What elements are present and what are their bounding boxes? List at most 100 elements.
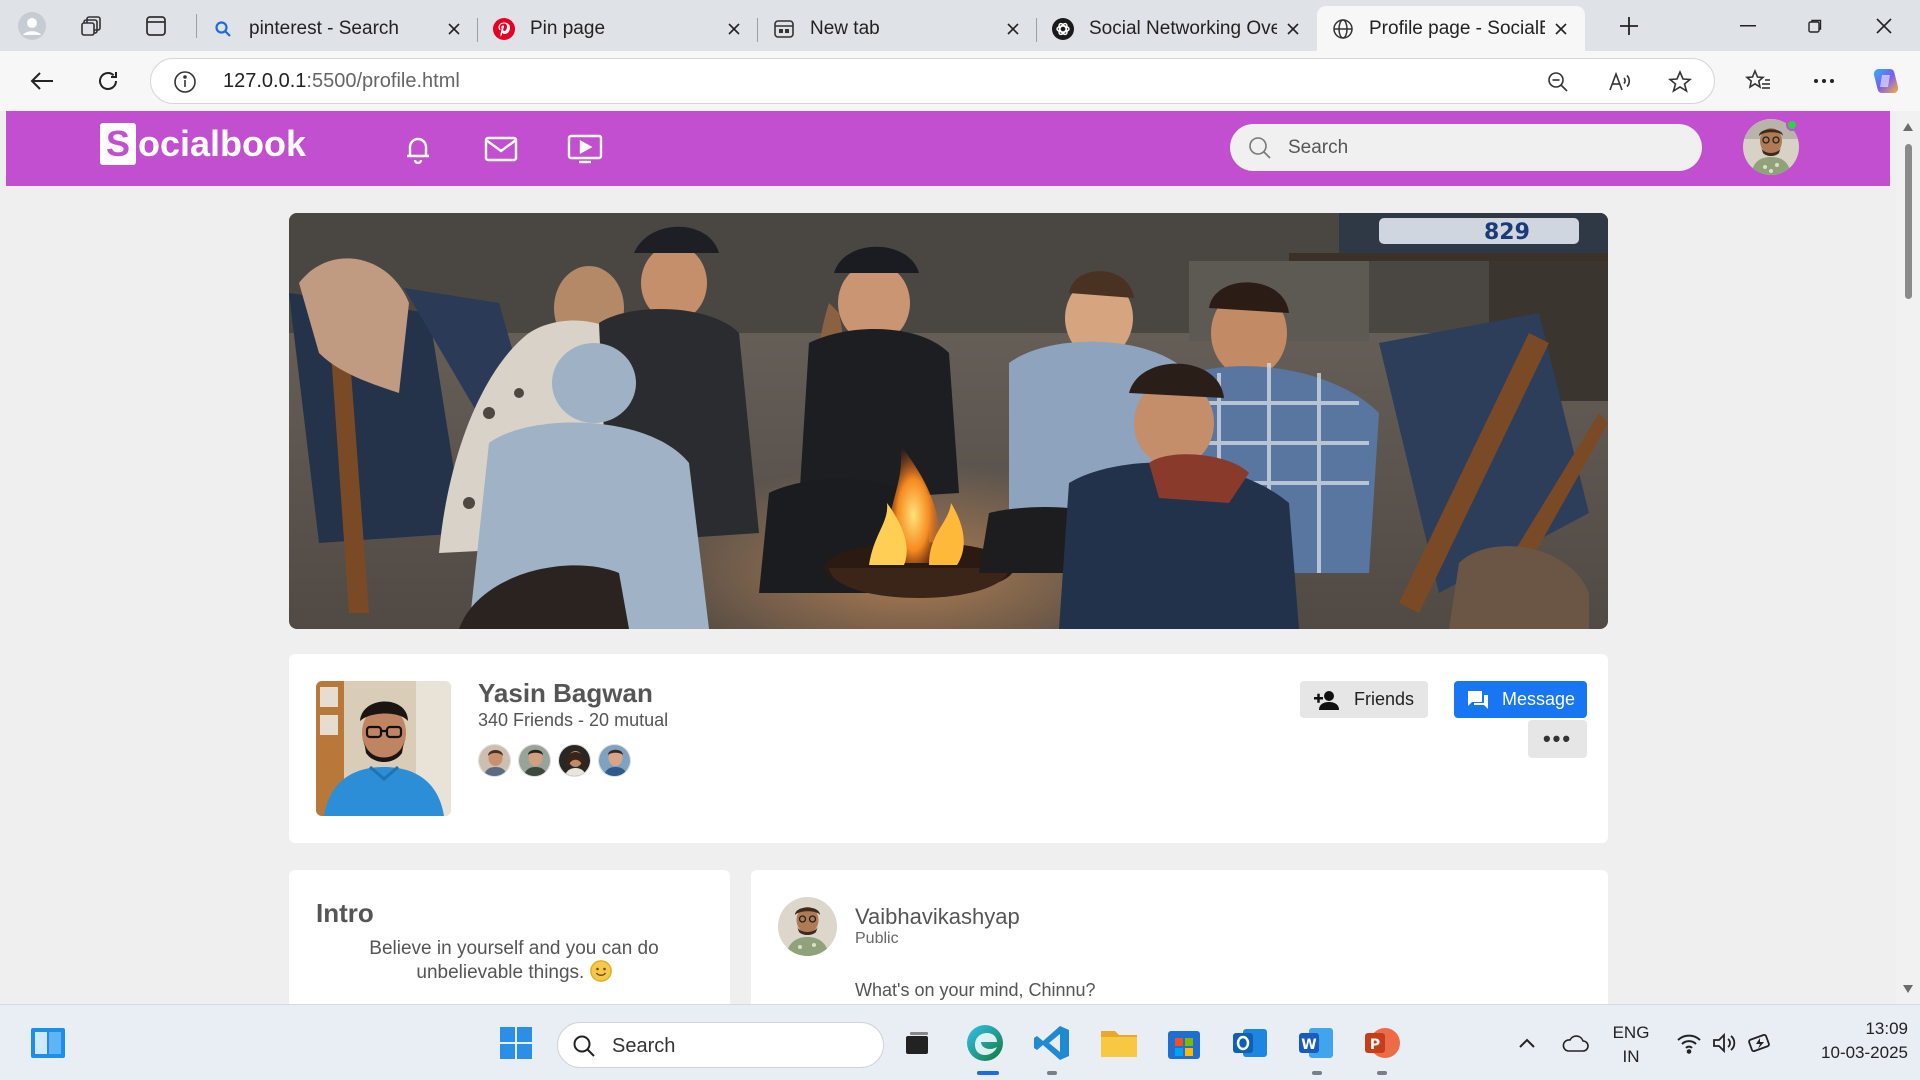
pinterest-icon xyxy=(492,17,516,41)
friends-button[interactable]: Friends xyxy=(1300,681,1428,718)
copilot-icon[interactable] xyxy=(1868,63,1904,99)
cover-photo: 829 xyxy=(289,213,1608,629)
notification-bell-icon[interactable] xyxy=(399,131,437,167)
new-tab-button[interactable] xyxy=(1611,8,1647,44)
svg-text:P: P xyxy=(1370,1037,1380,1053)
tab-title: pinterest - Search xyxy=(249,17,399,39)
outlook-icon[interactable] xyxy=(1228,1021,1272,1065)
site-logo[interactable]: S ocialbook xyxy=(100,123,306,165)
profile-picture[interactable] xyxy=(316,681,451,816)
tab-pinterest-search[interactable]: pinterest - Search xyxy=(197,6,478,51)
mutual-friend-avatar[interactable] xyxy=(598,744,631,777)
profile-icon[interactable] xyxy=(14,8,50,44)
chatgpt-icon xyxy=(1051,17,1075,41)
info-icon[interactable] xyxy=(173,70,197,99)
address-bar[interactable]: 127.0.0.1:5500/profile.html xyxy=(150,58,1715,104)
vscode-icon[interactable] xyxy=(1030,1021,1074,1065)
message-button[interactable]: Message xyxy=(1454,681,1587,718)
close-icon[interactable] xyxy=(1003,19,1023,39)
restore-button[interactable] xyxy=(1785,0,1845,51)
battery-charging-icon[interactable] xyxy=(1739,1021,1783,1065)
intro-card: Intro Believe in yourself and you can do… xyxy=(289,870,730,1004)
language-code: ENG xyxy=(1612,1023,1650,1042)
friends-button-label: Friends xyxy=(1353,689,1415,709)
chat-icon xyxy=(1466,689,1490,711)
page-viewport: S ocialbook Search 829 Yasin Bagwan 340 … xyxy=(6,111,1920,1004)
close-icon[interactable] xyxy=(444,19,464,39)
page-scrollbar[interactable] xyxy=(1896,111,1920,1004)
powerpoint-icon[interactable]: P xyxy=(1360,1021,1404,1065)
url-host: 127.0.0.1 xyxy=(223,70,307,92)
browser-tab-strip: pinterest - Search Pin page New tab Soci… xyxy=(0,0,1920,51)
microsoft-store-icon[interactable] xyxy=(1162,1021,1206,1065)
onedrive-cloud-icon[interactable] xyxy=(1553,1021,1597,1065)
create-post-card: Vaibhavikashyap Public What's on your mi… xyxy=(751,870,1608,1004)
mutual-friend-avatar[interactable] xyxy=(478,744,511,777)
smile-emoji-icon xyxy=(589,960,612,982)
more-options-button[interactable]: ••• xyxy=(1528,720,1587,758)
vertical-tabs-icon[interactable] xyxy=(138,8,174,44)
back-button[interactable] xyxy=(24,63,60,99)
workspaces-icon[interactable] xyxy=(74,8,110,44)
close-icon[interactable] xyxy=(724,19,744,39)
taskbar-search-label: Search xyxy=(612,1035,676,1057)
active-app-indicator xyxy=(977,1071,999,1075)
close-icon[interactable] xyxy=(1551,19,1571,39)
logo-letter: S xyxy=(100,123,136,165)
online-status-dot xyxy=(1786,119,1798,131)
newtab-icon xyxy=(772,17,796,41)
widgets-icon[interactable] xyxy=(26,1021,70,1065)
globe-icon xyxy=(1331,17,1355,41)
mutual-friend-avatar[interactable] xyxy=(558,744,591,777)
refresh-button[interactable] xyxy=(90,63,126,99)
svg-text:829: 829 xyxy=(1484,220,1530,245)
mutual-friend-avatar[interactable] xyxy=(518,744,551,777)
open-app-indicator xyxy=(1377,1071,1387,1075)
site-search-placeholder: Search xyxy=(1288,137,1349,158)
scroll-down-icon[interactable] xyxy=(1902,983,1914,995)
profile-card: Yasin Bagwan 340 Friends - 20 mutual Fri… xyxy=(289,654,1608,843)
close-icon[interactable] xyxy=(1283,19,1303,39)
file-explorer-icon[interactable] xyxy=(1097,1021,1141,1065)
nav-avatar[interactable] xyxy=(1743,119,1799,175)
post-author-avatar[interactable] xyxy=(778,897,837,956)
add-friend-icon xyxy=(1313,690,1342,710)
favorites-icon[interactable] xyxy=(1740,63,1776,99)
url-text: 127.0.0.1:5500/profile.html xyxy=(223,70,460,93)
tab-title: New tab xyxy=(810,17,880,39)
edge-browser-icon[interactable] xyxy=(963,1021,1007,1065)
site-search-box[interactable]: Search xyxy=(1230,124,1702,171)
tab-title: Profile page - SocialBoo xyxy=(1369,17,1545,39)
scrollbar-thumb[interactable] xyxy=(1905,144,1912,299)
post-text-input[interactable]: What's on your mind, Chinnu? xyxy=(855,980,1096,1001)
close-window-button[interactable] xyxy=(1854,0,1914,51)
more-options-icon[interactable] xyxy=(1806,63,1842,99)
mail-icon[interactable] xyxy=(482,131,520,167)
open-app-indicator xyxy=(1312,1071,1322,1075)
show-hidden-icons-chevron-up-icon[interactable] xyxy=(1505,1021,1549,1065)
tab-pin-page[interactable]: Pin page xyxy=(478,6,758,51)
tab-new-tab[interactable]: New tab xyxy=(758,6,1037,51)
windows-start-icon[interactable] xyxy=(494,1021,538,1065)
clock[interactable]: 13:09 10-03-2025 xyxy=(1788,1019,1908,1063)
tab-social-networking[interactable]: Social Networking Over xyxy=(1037,6,1317,51)
taskbar-search[interactable]: Search xyxy=(557,1022,884,1068)
profile-name: Yasin Bagwan xyxy=(478,678,653,708)
scroll-up-icon[interactable] xyxy=(1902,121,1914,133)
tab-title: Pin page xyxy=(530,17,606,39)
video-icon[interactable] xyxy=(566,131,604,167)
zoom-out-icon[interactable] xyxy=(1543,67,1573,97)
post-visibility[interactable]: Public xyxy=(855,930,899,948)
word-icon[interactable]: W xyxy=(1294,1021,1338,1065)
minimize-button[interactable] xyxy=(1718,0,1778,51)
mutual-friends-avatars xyxy=(478,744,638,777)
message-button-label: Message xyxy=(1501,689,1576,709)
language-indicator[interactable]: ENG IN xyxy=(1606,1023,1656,1067)
tab-title: Social Networking Over xyxy=(1089,17,1277,39)
task-view-icon[interactable] xyxy=(895,1021,939,1065)
clock-time: 13:09 xyxy=(1865,1019,1908,1038)
favorite-star-icon[interactable] xyxy=(1665,67,1695,97)
tab-profile-page[interactable]: Profile page - SocialBoo xyxy=(1317,6,1585,51)
svg-text:W: W xyxy=(1301,1037,1316,1053)
read-aloud-icon[interactable] xyxy=(1605,67,1635,97)
